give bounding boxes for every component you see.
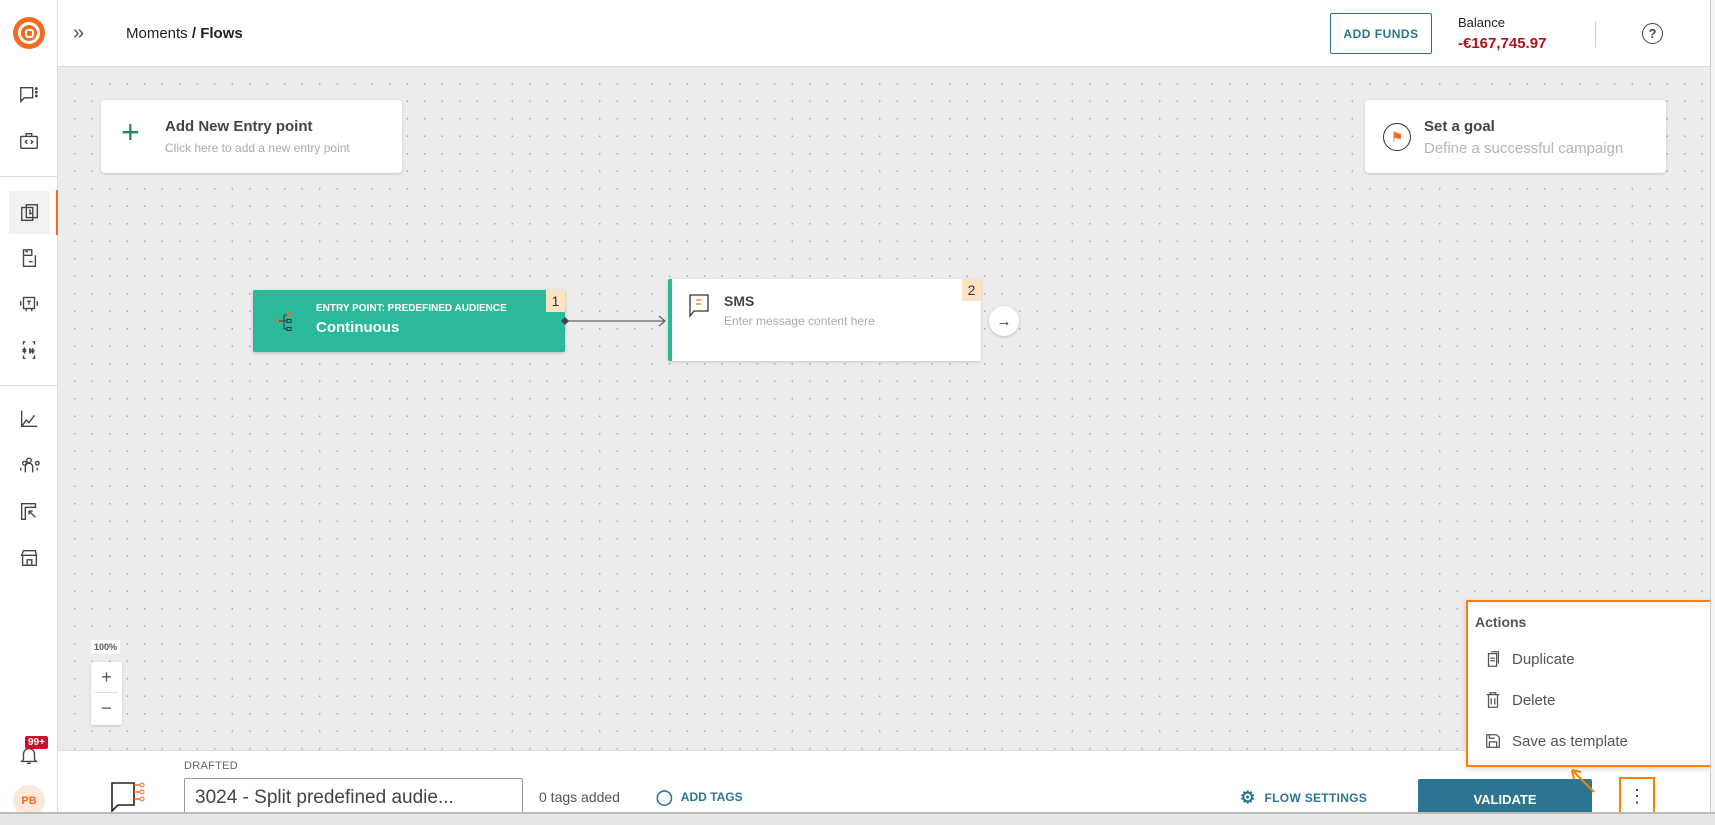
add-entry-title: Add New Entry point (165, 118, 313, 135)
menu-item-delete[interactable]: Delete (1484, 691, 1555, 709)
sms-node-title: SMS (724, 293, 755, 309)
add-entry-point-card[interactable]: + Add New Entry point Click here to add … (101, 100, 402, 173)
help-icon[interactable]: ? (1642, 23, 1663, 44)
moments-icon[interactable] (9, 191, 50, 234)
highlight-arrow (1571, 769, 1595, 793)
goal-title: Set a goal (1424, 118, 1495, 135)
notification-badge: 99+ (25, 736, 48, 749)
audience-tree-icon (274, 312, 292, 331)
sms-node[interactable]: SMS Enter message content here 2 (668, 279, 981, 361)
store-icon[interactable] (9, 538, 49, 578)
people-icon[interactable] (9, 445, 49, 485)
zoom-in-button[interactable]: + (95, 662, 118, 693)
zoom-level: 100% (91, 640, 121, 654)
tags-count: 0 tags added (539, 789, 620, 805)
entry-node-label: ENTRY POINT: PREDEFINED AUDIENCE (316, 303, 507, 314)
menu-item-duplicate[interactable]: Duplicate (1484, 650, 1575, 668)
plus-icon: + (121, 114, 140, 150)
actions-menu: Actions Duplicate Delete Save as templat… (1466, 600, 1712, 767)
set-goal-card[interactable]: ⚑ Set a goal Define a successful campaig… (1365, 100, 1666, 173)
save-icon (1486, 734, 1500, 748)
expand-sidebar-icon[interactable]: » (73, 22, 84, 45)
flow-settings-button[interactable]: ⚙ FLOW SETTINGS (1240, 788, 1367, 808)
zoom-out-button[interactable]: − (91, 693, 122, 724)
breadcrumb-moments[interactable]: Moments (126, 25, 188, 42)
messages-icon[interactable] (9, 75, 49, 115)
node-number-badge: 2 (962, 279, 981, 301)
entry-point-node[interactable]: ENTRY POINT: PREDEFINED AUDIENCE Continu… (253, 290, 565, 352)
footer-bar: DRAFTED 3024 - Split predefined audie...… (58, 750, 1710, 819)
analytics-icon[interactable] (9, 399, 49, 439)
menu-item-save-as-template[interactable]: Save as template (1484, 732, 1628, 750)
tag-icon: ◯ (656, 789, 673, 806)
trash-icon (1486, 692, 1500, 708)
add-funds-button[interactable]: ADD FUNDS (1330, 13, 1432, 54)
gear-icon: ⚙ (1240, 788, 1256, 807)
breadcrumb: Moments / Flows (126, 25, 243, 42)
flow-status: DRAFTED (184, 760, 239, 772)
flag-icon: ⚑ (1383, 123, 1411, 151)
flow-icon (111, 782, 145, 813)
zoom-controls: + − (91, 662, 122, 725)
entry-node-title: Continuous (316, 319, 400, 336)
api-icon[interactable] (9, 121, 49, 161)
exports-icon[interactable] (9, 491, 49, 531)
logo[interactable] (13, 17, 45, 49)
duplicate-icon (1487, 651, 1500, 667)
sidebar: 99+ PB (0, 0, 58, 817)
sms-node-subtitle: Enter message content here (724, 314, 875, 328)
sms-icon (689, 294, 709, 318)
balance-value: -€167,745.97 (1458, 35, 1547, 52)
header: » Moments / Flows ADD FUNDS Balance -€16… (58, 0, 1710, 67)
browser-taskbar (0, 812, 1715, 825)
breadcrumb-flows: Flows (200, 25, 243, 42)
code-icon[interactable] (9, 330, 49, 370)
connector-arrow (561, 315, 667, 327)
add-entry-subtitle: Click here to add a new entry point (165, 141, 350, 155)
scrollbar[interactable] (1710, 0, 1715, 812)
node-number-badge: 1 (546, 290, 565, 312)
bot-icon[interactable] (9, 283, 49, 323)
actions-menu-title: Actions (1475, 614, 1527, 630)
flow-canvas[interactable]: + Add New Entry point Click here to add … (58, 67, 1710, 750)
add-next-step-button[interactable]: → (989, 306, 1019, 336)
more-actions-kebab-button[interactable]: ⋮ (1619, 777, 1655, 815)
add-tags-button[interactable]: ◯ ADD TAGS (656, 788, 743, 806)
templates-icon[interactable] (9, 238, 49, 278)
goal-subtitle: Define a successful campaign (1424, 140, 1624, 157)
balance-label: Balance (1458, 15, 1505, 30)
